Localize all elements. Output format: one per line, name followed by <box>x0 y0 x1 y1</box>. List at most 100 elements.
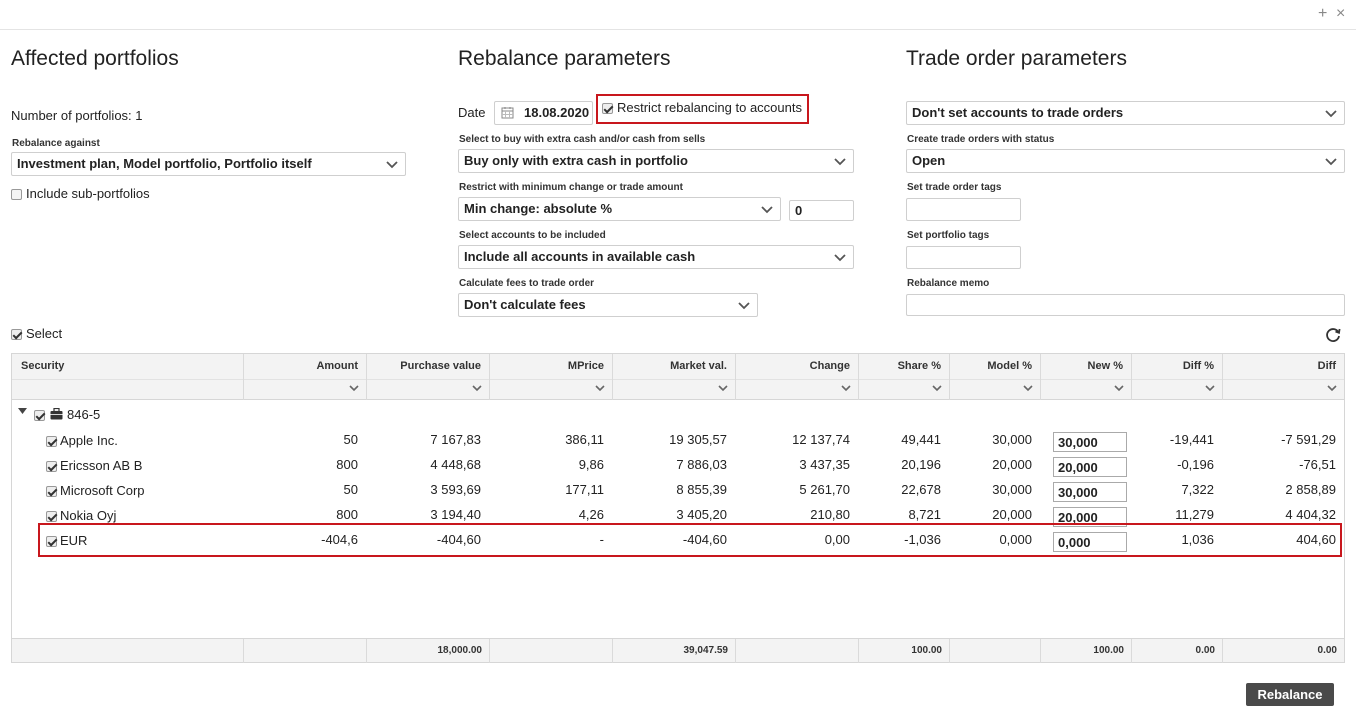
cell-change: 210,80 <box>810 507 850 522</box>
cell-market: 8 855,39 <box>676 482 727 497</box>
chevron-down-icon[interactable] <box>1205 384 1215 392</box>
cell-amount: 50 <box>343 482 358 497</box>
column-header-security[interactable]: Security <box>12 354 243 400</box>
row-checkbox[interactable] <box>46 461 57 472</box>
row-checkbox[interactable] <box>46 511 57 522</box>
group-name: 846-5 <box>67 407 101 422</box>
column-header-purchase-value[interactable]: Purchase value <box>366 354 489 400</box>
date-label: Date <box>458 105 486 120</box>
rebalance-button[interactable]: Rebalance <box>1246 683 1334 706</box>
include-sub-portfolios-checkbox[interactable] <box>11 189 22 200</box>
column-header-mprice[interactable]: MPrice <box>489 354 612 400</box>
group-checkbox[interactable] <box>34 410 45 421</box>
status-select[interactable]: Open <box>906 149 1345 173</box>
cell-share: 20,196 <box>901 457 941 472</box>
date-value: 18.08.2020 <box>524 105 590 120</box>
min-change-select[interactable]: Min change: absolute % <box>458 197 781 221</box>
table-row[interactable]: Microsoft Corp 50 3 593,69 177,11 8 855,39 5 … <box>12 482 1344 506</box>
row-checkbox[interactable] <box>46 436 57 447</box>
table-row[interactable]: Ericsson AB B 800 4 448,68 9,86 7 886,03 3 43… <box>12 457 1344 481</box>
security-name: Apple Inc. <box>60 433 118 448</box>
row-checkbox[interactable] <box>46 486 57 497</box>
column-header-amount[interactable]: Amount <box>243 354 366 400</box>
date-field[interactable]: 18.08.2020 <box>494 101 593 125</box>
cell-mprice: 386,11 <box>565 432 604 447</box>
select-all-checkbox[interactable] <box>11 329 22 340</box>
chevron-down-icon[interactable] <box>1023 384 1033 392</box>
chevron-down-icon[interactable] <box>595 384 605 392</box>
cell-mprice: 9,86 <box>578 457 604 472</box>
cell-amount: 50 <box>343 432 358 447</box>
cell-change: 12 137,74 <box>792 432 850 447</box>
cell-share: 8,721 <box>908 507 941 522</box>
buy-label: Select to buy with extra cash and/or cas… <box>459 134 706 145</box>
close-button[interactable]: × <box>1336 5 1345 23</box>
min-change-value: Min change: absolute % <box>464 201 613 216</box>
cell-purchase: 3 194,40 <box>430 507 481 522</box>
chevron-down-icon[interactable] <box>349 384 359 392</box>
table-row[interactable]: Apple Inc. 50 7 167,83 386,11 19 305,57 12 13… <box>12 432 1344 456</box>
footer-purchase-total: 18,000.00 <box>366 639 489 663</box>
cell-mprice: 4,26 <box>578 507 604 522</box>
cell-diff: -7 591,29 <box>1281 432 1336 447</box>
calendar-icon[interactable] <box>501 106 514 119</box>
cell-share: 49,441 <box>901 432 941 447</box>
refresh-icon[interactable] <box>1324 326 1342 344</box>
accounts-label: Select accounts to be included <box>459 230 606 241</box>
new-pct-input[interactable]: 30,000 <box>1053 432 1127 452</box>
column-header-market-val[interactable]: Market val. <box>612 354 735 400</box>
cell-market: 7 886,03 <box>676 457 727 472</box>
restrict-rebalancing-checkbox[interactable] <box>602 103 613 114</box>
chevron-down-icon <box>761 206 773 214</box>
buy-value: Buy only with extra cash in portfolio <box>464 153 688 168</box>
chevron-down-icon[interactable] <box>841 384 851 392</box>
cell-market: 3 405,20 <box>676 507 727 522</box>
new-pct-input[interactable]: 20,000 <box>1053 457 1127 477</box>
min-change-amount-input[interactable]: 0 <box>789 200 854 221</box>
maximize-button[interactable]: + <box>1318 5 1327 23</box>
footer-diff-total: 0.00 <box>1222 639 1344 663</box>
column-header-diff[interactable]: Diff <box>1222 354 1344 400</box>
column-header-diff-pct[interactable]: Diff % <box>1131 354 1222 400</box>
trade-accounts-select[interactable]: Don't set accounts to trade orders <box>906 101 1345 125</box>
rebalance-against-label: Rebalance against <box>12 138 100 149</box>
min-change-label: Restrict with minimum change or trade am… <box>459 182 683 193</box>
column-header-change[interactable]: Change <box>735 354 858 400</box>
new-pct-input[interactable]: 30,000 <box>1053 482 1127 502</box>
expand-triangle-icon[interactable] <box>18 408 27 415</box>
restrict-rebalancing-label: Restrict rebalancing to accounts <box>617 100 802 115</box>
security-name: Nokia Oyj <box>60 508 117 523</box>
column-header-share-pct[interactable]: Share % <box>858 354 949 400</box>
select-all-label: Select <box>26 326 63 341</box>
rebalance-dialog: + × Affected portfolios Number of portfo… <box>0 0 1356 725</box>
portfolio-tags-input[interactable] <box>906 246 1021 269</box>
briefcase-icon <box>50 408 63 420</box>
trade-order-parameters-title: Trade order parameters <box>906 47 1127 70</box>
column-header-new-pct[interactable]: New % <box>1040 354 1131 400</box>
cell-diff: -76,51 <box>1299 457 1336 472</box>
chevron-down-icon[interactable] <box>1327 384 1337 392</box>
accounts-select[interactable]: Include all accounts in available cash <box>458 245 854 269</box>
fees-select[interactable]: Don't calculate fees <box>458 293 758 317</box>
chevron-down-icon[interactable] <box>718 384 728 392</box>
memo-input[interactable] <box>906 294 1345 316</box>
cell-mprice: 177,11 <box>565 482 604 497</box>
chevron-down-icon <box>386 161 398 169</box>
buy-select[interactable]: Buy only with extra cash in portfolio <box>458 149 854 173</box>
affected-portfolios-title: Affected portfolios <box>11 47 179 70</box>
eur-row-highlight-box <box>38 523 1342 557</box>
trade-accounts-value: Don't set accounts to trade orders <box>912 105 1124 120</box>
chevron-down-icon[interactable] <box>932 384 942 392</box>
fees-value: Don't calculate fees <box>464 297 586 312</box>
footer-market-total: 39,047.59 <box>612 639 735 663</box>
chevron-down-icon[interactable] <box>1114 384 1124 392</box>
cell-model: 30,000 <box>992 482 1032 497</box>
cell-model: 20,000 <box>992 507 1032 522</box>
chevron-down-icon[interactable] <box>472 384 482 392</box>
column-header-model-pct[interactable]: Model % <box>949 354 1040 400</box>
order-tags-input[interactable] <box>906 198 1021 221</box>
rebalance-against-select[interactable]: Investment plan, Model portfolio, Portfo… <box>11 152 406 176</box>
cell-diffpct: 11,279 <box>1175 507 1214 522</box>
cell-amount: 800 <box>336 507 358 522</box>
cell-diff: 2 858,89 <box>1285 482 1336 497</box>
